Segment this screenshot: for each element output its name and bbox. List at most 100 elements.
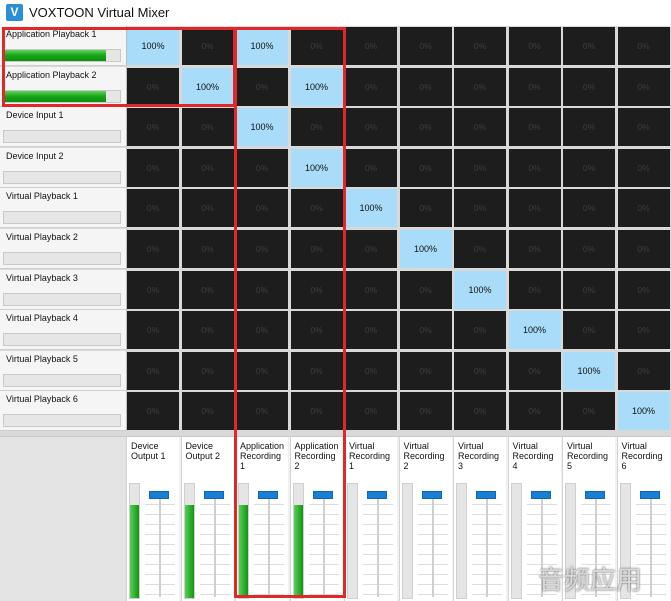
matrix-cell[interactable]: 0% (290, 311, 343, 350)
matrix-cell[interactable]: 0% (181, 27, 234, 65)
matrix-cell[interactable]: 0% (345, 148, 397, 187)
matrix-cell[interactable]: 0% (399, 108, 452, 147)
matrix-cell[interactable]: 0% (617, 311, 670, 350)
matrix-cell[interactable]: 0% (290, 108, 343, 147)
matrix-cell[interactable]: 0% (454, 311, 506, 350)
matrix-cell[interactable]: 0% (508, 67, 561, 106)
fader-thumb[interactable] (312, 491, 333, 499)
matrix-cell[interactable]: 0% (563, 270, 615, 309)
matrix-cell[interactable]: 100% (345, 189, 397, 228)
fader-thumb[interactable] (367, 491, 387, 499)
matrix-cell[interactable]: 100% (236, 108, 288, 147)
matrix-cell[interactable]: 0% (563, 230, 615, 268)
matrix-cell[interactable]: 0% (563, 108, 615, 147)
matrix-cell[interactable]: 0% (181, 108, 234, 147)
matrix-cell[interactable]: 0% (127, 230, 179, 268)
matrix-cell[interactable]: 0% (617, 351, 670, 390)
matrix-cell[interactable]: 0% (508, 189, 561, 228)
matrix-cell[interactable]: 0% (454, 351, 506, 390)
matrix-cell[interactable]: 100% (454, 270, 506, 309)
matrix-cell[interactable]: 0% (399, 270, 452, 309)
fader-track[interactable] (322, 492, 325, 597)
matrix-cell[interactable]: 100% (181, 67, 234, 106)
matrix-cell[interactable]: 0% (345, 392, 397, 431)
fader-thumb[interactable] (421, 491, 442, 499)
fader-thumb[interactable] (258, 491, 278, 499)
matrix-cell[interactable]: 0% (236, 189, 288, 228)
matrix-cell[interactable]: 0% (617, 230, 670, 268)
matrix-cell[interactable]: 0% (127, 67, 179, 106)
matrix-cell[interactable]: 0% (454, 230, 506, 268)
matrix-cell[interactable]: 0% (236, 67, 288, 106)
matrix-cell[interactable]: 0% (617, 67, 670, 106)
fader-track[interactable] (486, 492, 488, 597)
matrix-cell[interactable]: 0% (399, 67, 452, 106)
matrix-cell[interactable]: 0% (236, 351, 288, 390)
matrix-cell[interactable]: 0% (563, 189, 615, 228)
matrix-cell[interactable]: 0% (454, 392, 506, 431)
matrix-cell[interactable]: 0% (127, 270, 179, 309)
matrix-cell[interactable]: 0% (345, 67, 397, 106)
matrix-cell[interactable]: 0% (290, 270, 343, 309)
matrix-cell[interactable]: 0% (563, 311, 615, 350)
matrix-cell[interactable]: 0% (127, 311, 179, 350)
matrix-cell[interactable]: 0% (290, 27, 343, 65)
fader-thumb[interactable] (476, 491, 496, 499)
matrix-cell[interactable]: 0% (454, 108, 506, 147)
matrix-cell[interactable]: 0% (236, 311, 288, 350)
matrix-cell[interactable]: 0% (345, 27, 397, 65)
fader-track[interactable] (377, 492, 379, 597)
matrix-cell[interactable]: 0% (563, 148, 615, 187)
matrix-cell[interactable]: 100% (617, 392, 670, 431)
fader-thumb[interactable] (639, 491, 660, 499)
matrix-cell[interactable]: 100% (127, 27, 179, 65)
fader-track[interactable] (649, 492, 652, 597)
fader-thumb[interactable] (149, 491, 169, 499)
matrix-cell[interactable]: 0% (290, 351, 343, 390)
matrix-cell[interactable]: 0% (345, 311, 397, 350)
matrix-cell[interactable]: 100% (563, 351, 615, 390)
matrix-cell[interactable]: 0% (454, 148, 506, 187)
matrix-cell[interactable]: 0% (617, 108, 670, 147)
matrix-cell[interactable]: 0% (563, 67, 615, 106)
matrix-cell[interactable]: 0% (617, 189, 670, 228)
matrix-cell[interactable]: 0% (345, 270, 397, 309)
matrix-cell[interactable]: 0% (345, 351, 397, 390)
matrix-cell[interactable]: 100% (290, 67, 343, 106)
matrix-cell[interactable]: 0% (236, 230, 288, 268)
matrix-cell[interactable]: 0% (127, 108, 179, 147)
matrix-cell[interactable]: 0% (345, 108, 397, 147)
matrix-cell[interactable]: 0% (617, 270, 670, 309)
matrix-cell[interactable]: 0% (617, 148, 670, 187)
matrix-cell[interactable]: 0% (127, 351, 179, 390)
fader-track[interactable] (431, 492, 434, 597)
matrix-cell[interactable]: 0% (236, 270, 288, 309)
matrix-cell[interactable]: 0% (181, 270, 234, 309)
matrix-cell[interactable]: 0% (127, 148, 179, 187)
matrix-cell[interactable]: 0% (563, 392, 615, 431)
matrix-cell[interactable]: 0% (508, 148, 561, 187)
matrix-cell[interactable]: 0% (399, 392, 452, 431)
matrix-cell[interactable]: 0% (236, 148, 288, 187)
matrix-cell[interactable]: 0% (563, 27, 615, 65)
matrix-cell[interactable]: 0% (454, 67, 506, 106)
matrix-cell[interactable]: 100% (399, 230, 452, 268)
fader-track[interactable] (268, 492, 270, 597)
matrix-cell[interactable]: 0% (399, 27, 452, 65)
matrix-cell[interactable]: 0% (454, 189, 506, 228)
matrix-cell[interactable]: 0% (181, 230, 234, 268)
fader-thumb[interactable] (585, 491, 605, 499)
matrix-cell[interactable]: 100% (236, 27, 288, 65)
matrix-cell[interactable]: 0% (508, 27, 561, 65)
matrix-cell[interactable]: 0% (508, 108, 561, 147)
matrix-cell[interactable]: 100% (290, 148, 343, 187)
matrix-cell[interactable]: 0% (290, 230, 343, 268)
matrix-cell[interactable]: 0% (508, 351, 561, 390)
matrix-cell[interactable]: 0% (508, 392, 561, 431)
matrix-cell[interactable]: 0% (345, 230, 397, 268)
matrix-cell[interactable]: 100% (508, 311, 561, 350)
fader-thumb[interactable] (203, 491, 224, 499)
matrix-cell[interactable]: 0% (508, 230, 561, 268)
matrix-cell[interactable]: 0% (181, 311, 234, 350)
matrix-cell[interactable]: 0% (127, 392, 179, 431)
